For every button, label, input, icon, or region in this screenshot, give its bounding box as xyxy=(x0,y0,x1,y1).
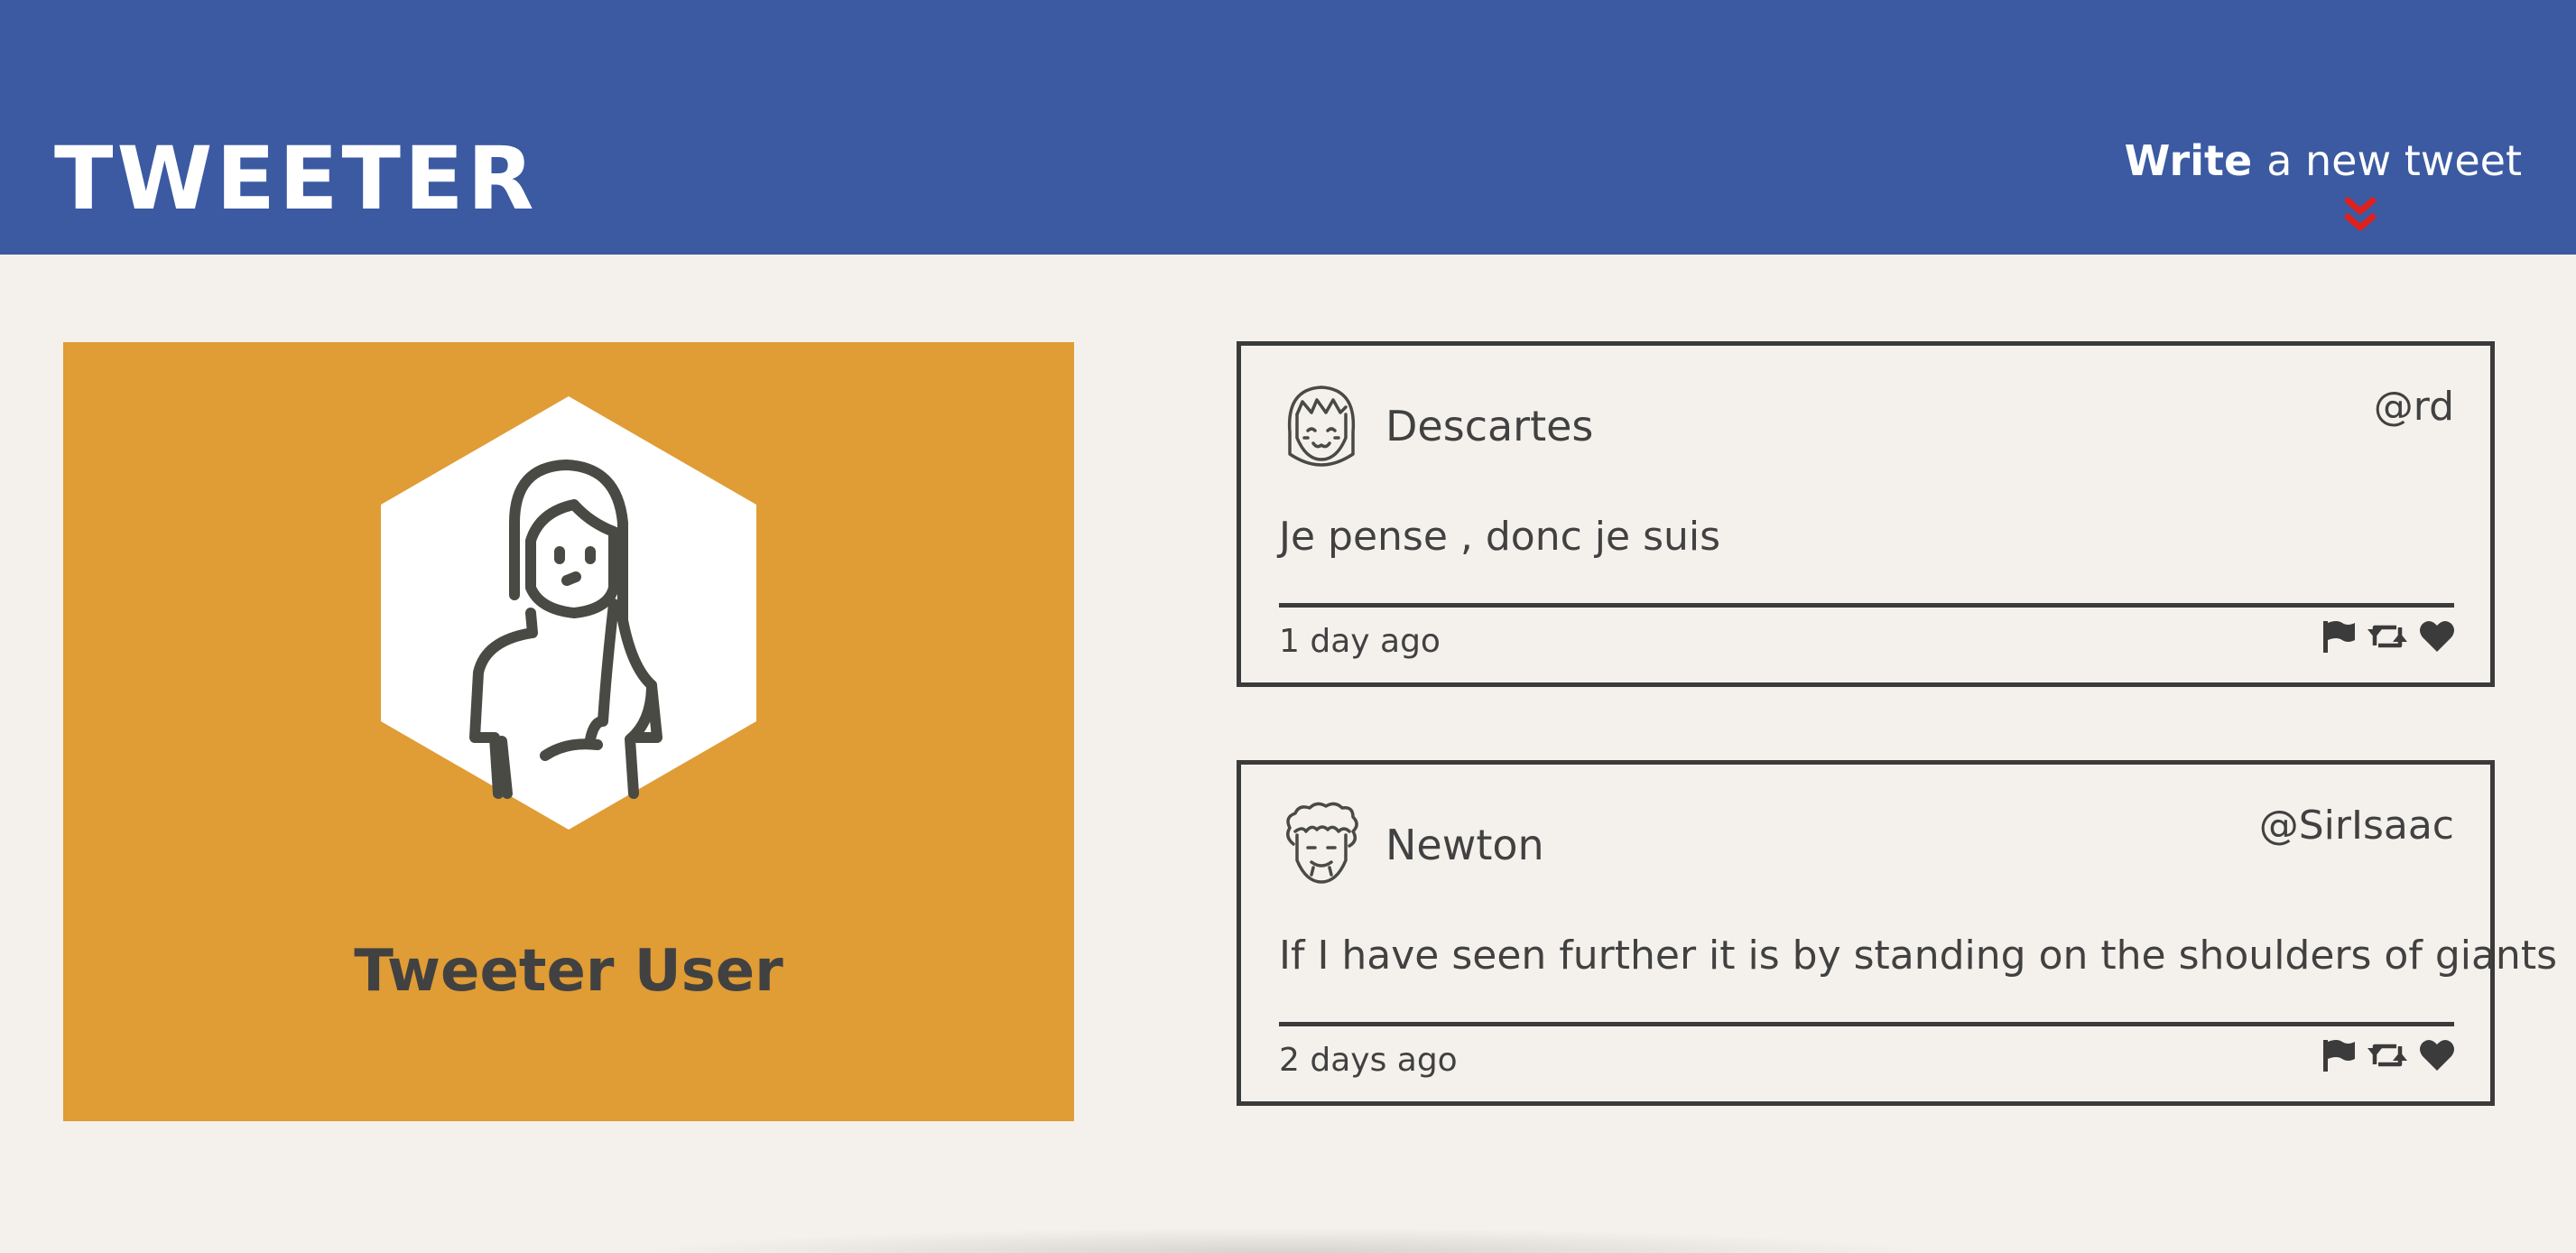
tweet-content: Je pense , donc je suis xyxy=(1279,514,1721,560)
tweet-author-handle: @SirIsaac xyxy=(2258,803,2454,849)
female-user-avatar-icon xyxy=(381,396,756,830)
tweet-divider xyxy=(1279,1022,2454,1026)
double-chevron-down-icon[interactable] xyxy=(2345,197,2376,233)
retweet-icon[interactable] xyxy=(2366,1037,2409,1073)
flag-icon[interactable] xyxy=(2321,618,2357,654)
tweet-author-name: Newton xyxy=(1385,821,1544,869)
tweet-actions xyxy=(2321,1037,2456,1073)
tweet-author-handle: @rd xyxy=(2373,384,2454,430)
tweet-actions xyxy=(2321,618,2456,654)
flag-icon[interactable] xyxy=(2321,1037,2357,1073)
compose-panel-shadow xyxy=(632,1228,1932,1253)
retweet-icon[interactable] xyxy=(2366,618,2409,654)
girl-avatar-icon xyxy=(1287,385,1356,467)
tweet-author-name: Descartes xyxy=(1385,402,1594,450)
app-logo: TWEETER xyxy=(54,128,538,229)
nav-bar: TWEETER Write a new tweet xyxy=(0,0,2576,255)
tweet-card: Descartes @rd Je pense , donc je suis 1 … xyxy=(1237,341,2495,687)
curly-hair-avatar-icon xyxy=(1286,802,1358,884)
compose-toggle-label: a new tweet xyxy=(2266,136,2522,185)
compose-toggle-bold-label: Write xyxy=(2124,136,2253,185)
heart-icon[interactable] xyxy=(2418,1037,2456,1073)
profile-name: Tweeter User xyxy=(354,938,783,1005)
tweet-timestamp: 2 days ago xyxy=(1279,1042,1458,1079)
profile-card: Tweeter User xyxy=(63,342,1074,1121)
tweet-content: If I have seen further it is by standing… xyxy=(1279,933,2557,979)
tweet-card: Newton @SirIsaac If I have seen further … xyxy=(1237,760,2557,1106)
tweet-divider xyxy=(1279,603,2454,608)
tweet-timestamp: 1 day ago xyxy=(1279,623,1441,660)
compose-toggle-button[interactable]: Write a new tweet xyxy=(2125,140,2522,181)
heart-icon[interactable] xyxy=(2418,618,2456,654)
